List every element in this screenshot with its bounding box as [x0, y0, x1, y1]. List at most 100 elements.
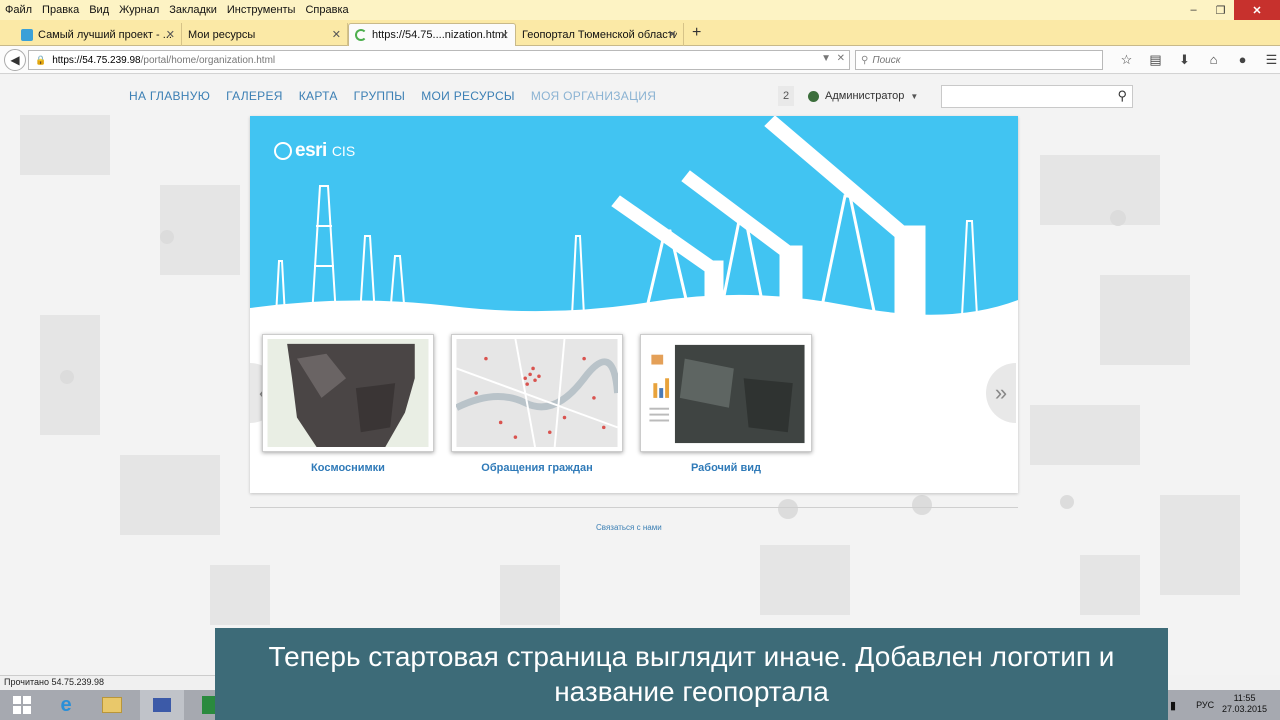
subtitle-caption: Теперь стартовая страница выглядит иначе…	[215, 628, 1168, 720]
address-bar[interactable]: 🔒 https://54.75.239.98/portal/home/organ…	[28, 50, 850, 70]
folder-icon	[102, 697, 122, 713]
close-tab-icon[interactable]: ✕	[500, 29, 509, 42]
windows-logo-icon	[13, 696, 31, 714]
menu-edit[interactable]: Правка	[37, 4, 84, 16]
clock[interactable]: 11:55 27.03.2015	[1222, 693, 1267, 715]
tab-organization[interactable]: https://54.75....nization.html ✕	[348, 23, 516, 46]
footer-divider	[250, 507, 1018, 508]
nav-my-resources[interactable]: МОИ РЕСУРСЫ	[421, 89, 515, 103]
thumbnail[interactable]	[451, 334, 623, 452]
minimize-button[interactable]: –	[1180, 0, 1207, 20]
menu-help[interactable]: Справка	[300, 4, 353, 16]
user-name: Администратор	[825, 90, 905, 102]
nav-groups[interactable]: ГРУППЫ	[354, 89, 406, 103]
bg-map-block	[160, 185, 240, 275]
search-icon[interactable]: ⚲	[1117, 88, 1127, 104]
nav-map[interactable]: КАРТА	[299, 89, 338, 103]
menubar: Файл Правка Вид Журнал Закладки Инструме…	[0, 0, 1280, 20]
clock-time: 11:55	[1233, 693, 1256, 703]
bg-map-block	[1040, 155, 1160, 225]
reading-list-icon[interactable]: ▤	[1141, 52, 1170, 68]
bg-map-block	[20, 115, 110, 175]
contact-us-link[interactable]: Связаться с нами	[596, 523, 662, 532]
notification-badge[interactable]: 2	[778, 86, 794, 106]
organization-banner: esri CIS	[250, 116, 1018, 321]
carousel-item-citizen-requests[interactable]: Обращения граждан	[451, 334, 623, 474]
thumbnail[interactable]	[262, 334, 434, 452]
chevron-right-icon: »	[994, 380, 1008, 405]
menu-tools[interactable]: Инструменты	[222, 4, 301, 16]
user-menu[interactable]: Администратор ▼	[808, 90, 918, 102]
browser-search-input[interactable]	[872, 54, 1073, 66]
portal-search: ⚲	[941, 85, 1133, 108]
dashboard-thumbnail	[645, 339, 807, 447]
start-button[interactable]	[0, 690, 44, 720]
project-favicon-icon	[21, 28, 33, 41]
bg-map-block	[760, 545, 850, 615]
menu-view[interactable]: Вид	[84, 4, 114, 16]
chat-icon[interactable]: ●	[1228, 52, 1257, 68]
carousel-label[interactable]: Рабочий вид	[640, 462, 812, 474]
close-window-button[interactable]: ✕	[1234, 0, 1280, 20]
new-tab-button[interactable]: +	[692, 24, 701, 42]
arrow-left-icon: ◀	[10, 53, 20, 67]
download-icon[interactable]: ⬇	[1170, 52, 1199, 68]
navigation-bar: ◀ 🔒 https://54.75.239.98/portal/home/org…	[0, 46, 1280, 74]
carousel-item-work-view[interactable]: Рабочий вид	[640, 334, 812, 474]
menu-bookmarks[interactable]: Закладки	[164, 4, 222, 16]
nav-my-organization[interactable]: МОЯ ОРГАНИЗАЦИЯ	[531, 89, 656, 103]
carousel-next-button[interactable]: »	[986, 363, 1016, 423]
organization-card: esri CIS » Космоснимки Обращения граждан…	[250, 116, 1018, 493]
globe-icon	[808, 90, 819, 102]
tab-my-resources[interactable]: Мои ресурсы ✕	[182, 23, 348, 46]
computer-network-icon	[153, 698, 171, 712]
battery-icon[interactable]: ▮	[1170, 699, 1176, 712]
bookmark-star-icon[interactable]: ☆	[1112, 52, 1141, 68]
bg-map-block	[1100, 275, 1190, 365]
menu-icon[interactable]: ☰	[1257, 52, 1280, 68]
close-tab-icon[interactable]: ✕	[668, 28, 677, 41]
network-taskbar-button[interactable]	[140, 690, 184, 720]
stop-icon[interactable]: ✕	[837, 53, 845, 64]
carousel-item-satellite[interactable]: Космоснимки	[262, 334, 434, 474]
tab-label: Мои ресурсы	[188, 28, 256, 41]
nav-home[interactable]: НА ГЛАВНУЮ	[129, 89, 210, 103]
bg-map-dot	[778, 499, 798, 519]
close-tab-icon[interactable]: ✕	[166, 28, 175, 41]
nav-gallery[interactable]: ГАЛЕРЕЯ	[226, 89, 283, 103]
bg-map-block	[1080, 555, 1140, 615]
menu-history[interactable]: Журнал	[114, 4, 164, 16]
thumbnail[interactable]	[640, 334, 812, 452]
bg-map-dot	[60, 370, 74, 384]
status-bar: Прочитано 54.75.239.98	[0, 675, 215, 690]
bg-map-dot	[1110, 210, 1126, 226]
window-controls: – ❐ ✕	[1180, 0, 1280, 20]
oil-rigs-illustration	[250, 116, 1018, 321]
tab-bar: Самый лучший проект - ... ✕ Мои ресурсы …	[0, 20, 1280, 46]
carousel-label[interactable]: Космоснимки	[262, 462, 434, 474]
url-controls: ▼ ✕	[821, 53, 845, 64]
close-tab-icon[interactable]: ✕	[332, 28, 341, 41]
search-icon: ⚲	[861, 54, 869, 66]
tab-label: Геопортал Тюменской области	[522, 28, 677, 41]
tab-project[interactable]: Самый лучший проект - ... ✕	[15, 23, 182, 46]
back-button[interactable]: ◀	[4, 49, 26, 71]
tab-geoportal[interactable]: Геопортал Тюменской области ✕	[516, 23, 684, 46]
satellite-imagery-thumbnail	[267, 339, 429, 447]
portal-nav: НА ГЛАВНУЮ ГАЛЕРЕЯ КАРТА ГРУППЫ МОИ РЕСУ…	[129, 89, 672, 103]
home-icon[interactable]: ⌂	[1199, 52, 1228, 68]
ie-taskbar-button[interactable]: e	[44, 690, 88, 720]
language-indicator[interactable]: РУС	[1196, 700, 1214, 710]
city-map-thumbnail	[454, 338, 621, 448]
dropdown-icon[interactable]: ▼	[821, 53, 831, 64]
loading-icon	[355, 29, 367, 41]
menu-file[interactable]: Файл	[0, 4, 37, 16]
clock-date: 27.03.2015	[1222, 704, 1268, 714]
bg-map-block	[500, 565, 560, 625]
carousel-label[interactable]: Обращения граждан	[451, 462, 623, 474]
bg-map-dot	[1060, 495, 1074, 509]
explorer-taskbar-button[interactable]	[90, 690, 134, 720]
portal-search-input[interactable]	[946, 86, 1111, 106]
maximize-button[interactable]: ❐	[1207, 0, 1234, 20]
browser-search[interactable]: ⚲	[855, 50, 1103, 70]
